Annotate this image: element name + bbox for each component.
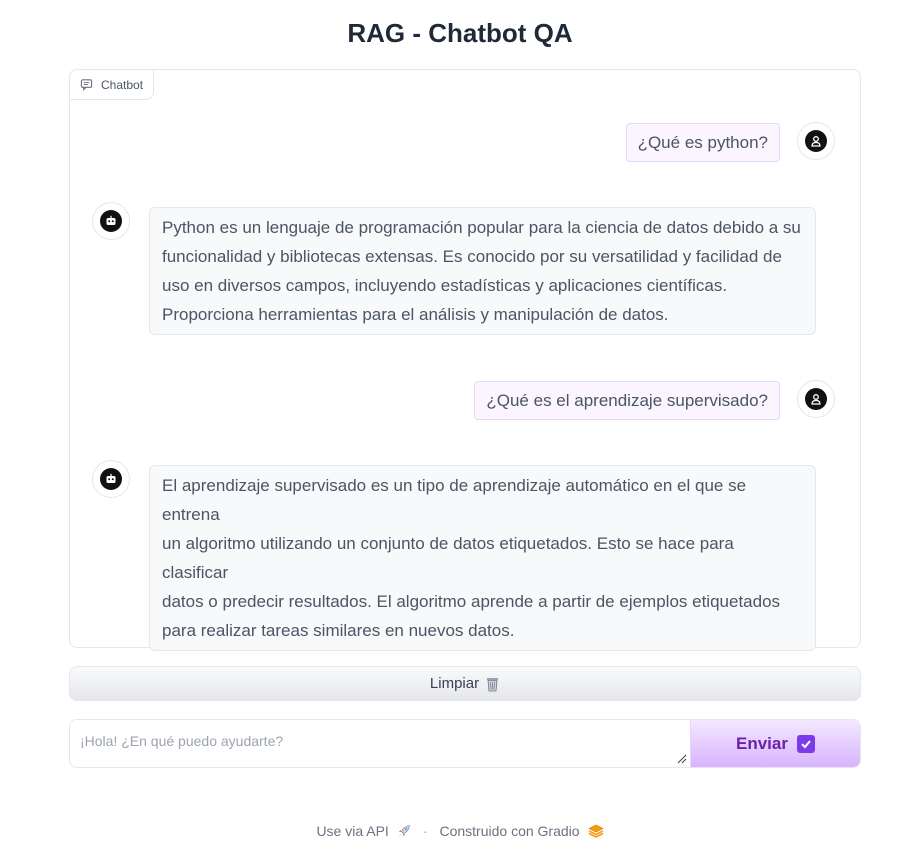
bot-message: El aprendizaje supervisado es un tipo de… <box>149 465 816 651</box>
bot-message-line: para realizar tareas similares en nuevos… <box>162 621 515 640</box>
bot-avatar <box>92 202 130 240</box>
user-icon <box>805 130 827 152</box>
send-button[interactable]: Enviar <box>690 720 860 767</box>
chatbot-label: Chatbot <box>69 69 155 100</box>
user-avatar <box>797 122 835 160</box>
bot-message-line: Proporciona herramientas para el análisi… <box>162 305 669 324</box>
user-message: ¿Qué es python? <box>625 123 780 162</box>
footer-separator: · <box>422 823 428 839</box>
robot-icon <box>100 468 122 490</box>
clear-button[interactable]: Limpiar <box>69 666 861 701</box>
user-message-text: ¿Qué es python? <box>637 133 768 152</box>
gradio-logo-icon <box>587 824 604 838</box>
bot-avatar <box>92 460 130 498</box>
check-box-icon <box>796 734 815 753</box>
user-avatar <box>797 380 835 418</box>
user-message: ¿Qué es el aprendizaje supervisado? <box>474 381 780 420</box>
bot-message-line: uso en diversos campos, incluyendo estad… <box>162 276 728 295</box>
send-button-label: Enviar <box>736 733 788 753</box>
chatbot-label-text: Chatbot <box>101 77 144 92</box>
bot-message-line: Python es un lenguaje de programación po… <box>162 218 801 237</box>
message-input[interactable] <box>70 720 690 767</box>
bot-message-line: funcionalidad y bibliotecas extensas. Es… <box>162 247 782 266</box>
wastebasket-icon <box>487 677 499 691</box>
message-input-row: Enviar <box>69 719 861 768</box>
rocket-icon <box>398 825 410 837</box>
chatbot-panel: Chatbot ¿Qué es python? Python es un len… <box>69 69 861 651</box>
use-via-api-link[interactable]: Use via API <box>316 823 388 839</box>
resize-handle-icon[interactable] <box>677 754 687 764</box>
footer: Use via API · Construido con Gradio <box>0 823 920 839</box>
robot-icon <box>100 210 122 232</box>
built-with-gradio-link[interactable]: Construido con Gradio <box>439 823 579 839</box>
bot-message-line: El aprendizaje supervisado es un tipo de… <box>162 476 747 524</box>
bot-message-line: un algoritmo utilizando un conjunto de d… <box>162 534 734 582</box>
clear-button-label: Limpiar <box>429 675 480 692</box>
bot-message: Python es un lenguaje de programación po… <box>149 207 816 335</box>
page-title: RAG - Chatbot QA <box>347 18 573 48</box>
user-icon <box>805 388 827 410</box>
chat-icon <box>80 79 93 91</box>
bot-message-line: datos o predecir resultados. El algoritm… <box>162 592 781 611</box>
user-message-text: ¿Qué es el aprendizaje supervisado? <box>486 391 768 410</box>
